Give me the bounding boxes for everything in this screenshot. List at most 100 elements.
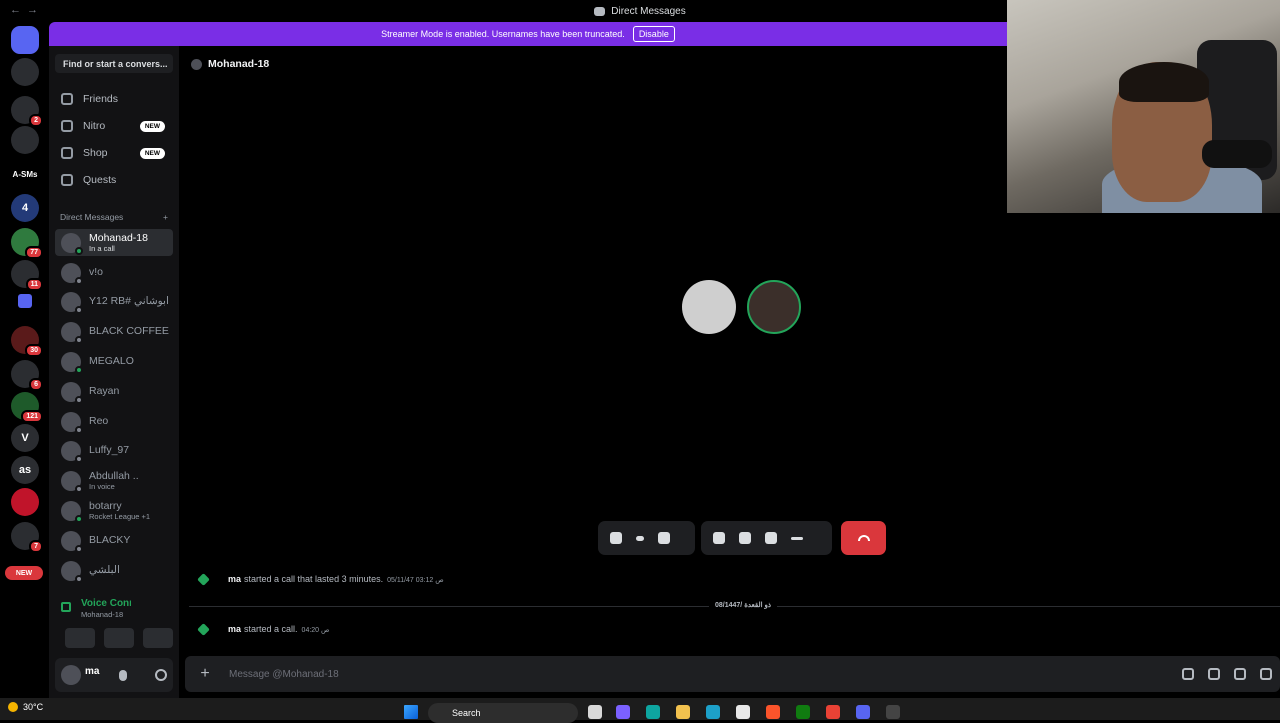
mic-icon[interactable] [610,532,622,544]
nav-label: Quests [83,174,117,186]
server-icon[interactable]: V [11,424,39,452]
date-divider-label: 08/1447/ ذو القعدة [709,601,777,609]
message-author[interactable]: ma [228,624,241,634]
nav-friends[interactable]: Friends [55,88,173,110]
camera-off-icon[interactable] [658,532,670,544]
edge-dev-icon[interactable] [706,705,720,719]
edge-icon[interactable] [646,705,660,719]
dm-item[interactable]: Mohanad-18 In a call [55,229,173,256]
server-icon[interactable]: 4 [11,194,39,222]
shop-icon [61,147,73,159]
server-icon[interactable] [11,126,39,154]
new-servers-pill[interactable]: NEW [5,566,43,580]
dm-sidebar: Find or start a convers... Friends Nitro… [49,46,179,698]
chrome-icon[interactable] [826,705,840,719]
server-icon[interactable] [11,58,39,86]
screen-share-icon[interactable] [713,532,725,544]
xbox-icon[interactable] [796,705,810,719]
emoji-icon[interactable] [1260,668,1272,680]
dm-item[interactable]: Abdullah .. In voice [55,467,173,494]
folder-icon[interactable] [18,294,32,308]
folder-icon[interactable] [676,705,690,719]
brave-icon[interactable] [766,705,780,719]
windows-start-icon[interactable] [404,705,418,719]
status-dot [75,335,83,344]
nav-shop[interactable]: Shop NEW [55,142,173,164]
weather-widget[interactable]: 30°C [8,702,43,712]
disable-streamer-button[interactable]: Disable [632,26,675,42]
attach-plus-icon[interactable]: + [191,665,219,683]
settings-icon[interactable] [155,669,167,681]
server-icon[interactable]: 11 [11,260,43,291]
message-input[interactable]: Message @Mohanad-18 [229,669,339,680]
channel-header: Mohanad-18 [191,58,269,70]
server-icon[interactable]: 30 [11,326,43,357]
dm-item[interactable]: MEGALO [55,348,173,375]
server-icon[interactable]: A-SMs [11,160,39,188]
mic-icon[interactable] [119,670,127,681]
dm-text: Y12 RB# ابوشاني [89,296,169,307]
nav-label: Shop [83,147,108,159]
server-icon[interactable]: 77 [11,228,43,259]
disconnect-button[interactable] [841,521,886,555]
dm-item[interactable]: BLACK COFFEE [55,318,173,345]
more-icon[interactable] [791,536,803,540]
server-icon[interactable]: as [11,456,39,484]
dm-item[interactable]: Rayan [55,378,173,405]
avatar[interactable] [61,665,81,685]
dm-item[interactable]: botarry Rocket League +1 [55,497,173,524]
discord-home-icon[interactable] [11,26,39,54]
new-badge: NEW [139,120,165,132]
soundboard-icon[interactable] [765,532,777,544]
server-icon[interactable] [11,488,39,516]
participant-tile-speaking[interactable] [747,280,801,334]
server-icon[interactable]: 7 [11,522,43,553]
find-conversation-button[interactable]: Find or start a convers... [55,54,173,73]
dm-text: botarry Rocket League +1 [89,500,150,521]
dm-activity: In voice [89,481,115,491]
status-dot [75,365,83,374]
create-dm-button[interactable]: + [163,212,168,222]
sticker-icon[interactable] [1234,668,1246,680]
server-icon[interactable]: 121 [11,392,43,423]
dm-item[interactable]: Y12 RB# ابوشاني [55,288,173,315]
camera-button[interactable] [65,628,95,648]
gif-icon[interactable] [1208,668,1220,680]
server-icon[interactable]: 2 [11,96,43,127]
server-icon[interactable]: 6 [11,360,43,391]
taskbar-search[interactable]: Search [428,703,578,723]
gift-icon[interactable] [1182,668,1194,680]
nav-nitro[interactable]: Nitro NEW [55,115,173,137]
message-author[interactable]: ma [228,574,241,584]
dm-text: BLACK COFFEE [89,326,169,337]
hangup-icon [857,535,870,541]
status-dot [75,395,83,404]
nav-arrows[interactable]: ←→ [10,4,44,16]
copilot-icon[interactable] [616,705,630,719]
dm-item[interactable]: BLACKY [55,527,173,554]
message-time: 04:20 ص [301,627,330,634]
activities-button[interactable] [143,628,173,648]
dm-item[interactable]: v!o [55,259,173,286]
screen-share-button[interactable] [104,628,134,648]
status-dot [75,305,83,314]
call-actions [701,521,832,555]
dm-item[interactable]: البلشي [55,557,173,584]
discord-icon[interactable] [856,705,870,719]
obs-icon[interactable] [886,705,900,719]
windows-taskbar: 30°C Search [0,698,1280,723]
dm-item[interactable]: Luffy_97 [55,437,173,464]
activities-icon[interactable] [739,532,751,544]
avatar [61,321,83,344]
store-icon[interactable] [736,705,750,719]
temperature: 30°C [23,702,44,712]
status-dot [75,544,83,553]
file-icon[interactable] [588,705,602,719]
participant-tile[interactable] [682,280,736,334]
nav-quests[interactable]: Quests [55,169,173,191]
dm-item[interactable]: Reo [55,408,173,435]
chevron-down-icon[interactable] [636,535,644,541]
dm-name: BLACK COFFEE [89,325,169,337]
avatar [61,411,83,434]
voice-status[interactable]: Voice Connected [55,598,131,609]
